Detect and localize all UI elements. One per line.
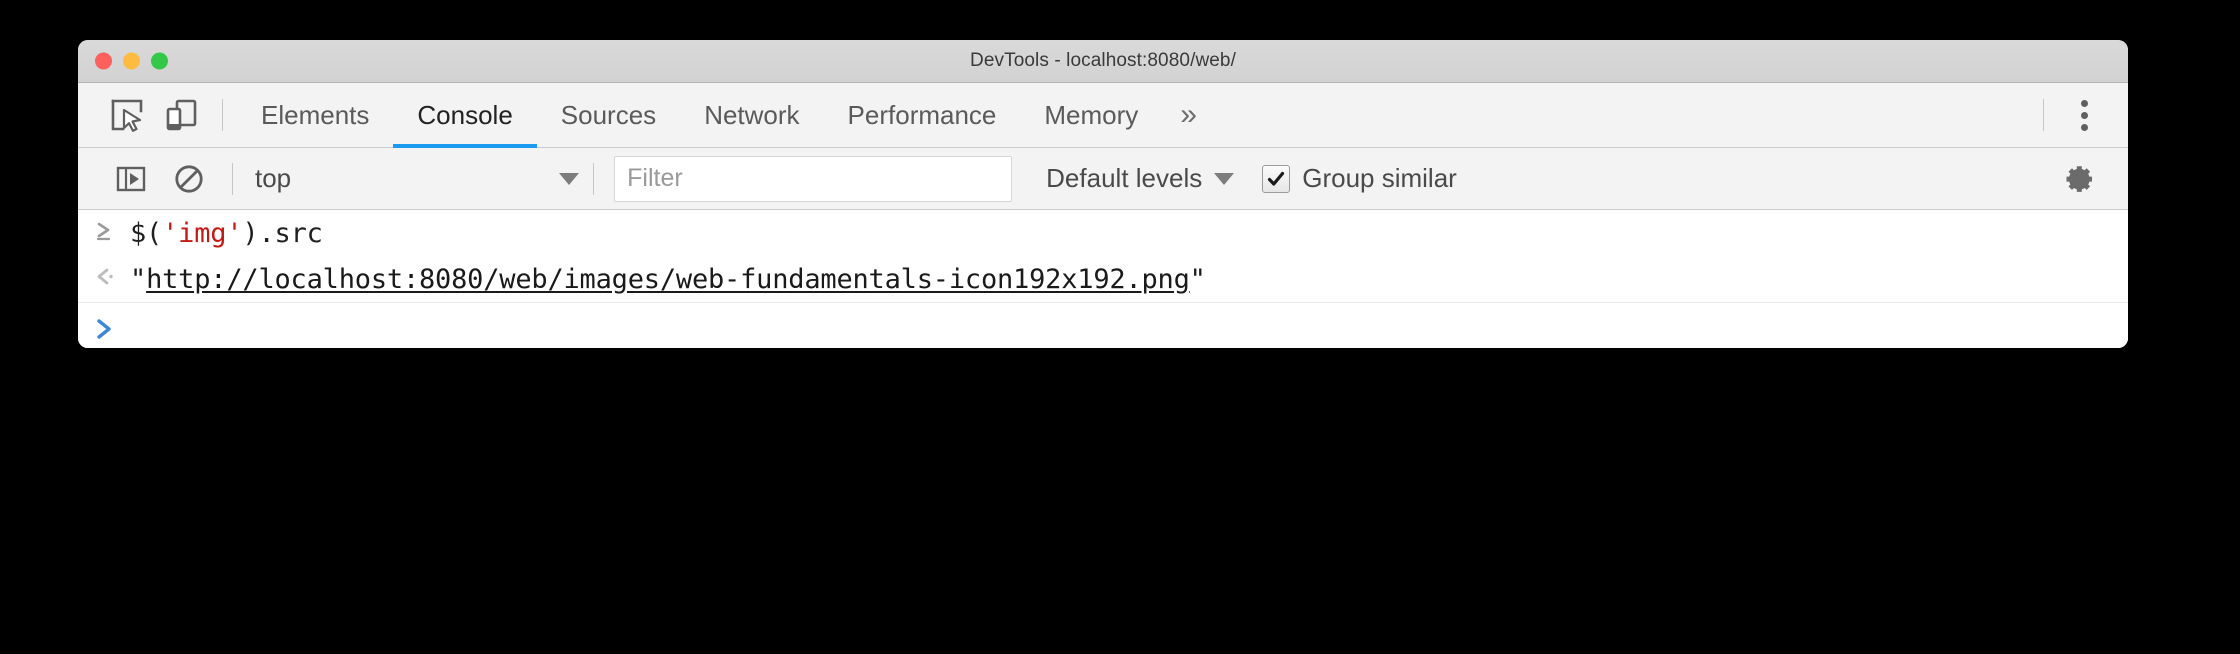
log-levels-label: Default levels — [1046, 163, 1203, 193]
log-levels-dropdown[interactable]: Default levels — [1046, 163, 1235, 194]
devtools-window: DevTools - localhost:8080/web/ Elements — [78, 40, 2128, 348]
clear-console-icon[interactable] — [160, 156, 218, 202]
console-prompt-row[interactable] — [78, 303, 2128, 348]
group-similar-checkbox[interactable] — [1262, 164, 1291, 193]
toolbar-divider — [222, 99, 223, 131]
console-toolbar: top Default levels Group similar — [78, 148, 2128, 210]
result-url-link[interactable]: http://localhost:8080/web/images/web-fun… — [146, 264, 1190, 295]
tab-performance[interactable]: Performance — [824, 83, 1021, 147]
expr-string-literal: 'img' — [162, 218, 243, 249]
group-similar-toggle[interactable]: Group similar — [1262, 163, 1457, 194]
kebab-dot-3 — [2080, 123, 2088, 131]
tab-elements[interactable]: Elements — [237, 83, 393, 147]
console-messages-area[interactable]: $('img').src "http://localhost:8080/web/… — [78, 210, 2128, 348]
console-result-value: "http://localhost:8080/web/images/web-fu… — [130, 263, 1206, 297]
console-input-row[interactable]: $('img').src — [78, 210, 2128, 256]
tab-performance-label: Performance — [847, 99, 997, 130]
tab-console[interactable]: Console — [393, 83, 538, 148]
console-toolbar-divider — [232, 162, 233, 195]
execution-context-chevron-down-icon — [559, 172, 580, 185]
console-sidebar-icon[interactable] — [102, 156, 160, 202]
more-tabs-chevron-icon[interactable]: » — [1162, 83, 1219, 147]
kebab-menu-icon[interactable] — [2058, 91, 2110, 139]
tab-network[interactable]: Network — [680, 83, 823, 147]
inspect-element-icon[interactable] — [100, 91, 154, 139]
window-title: DevTools - localhost:8080/web/ — [970, 50, 1236, 71]
tab-bar-right-controls — [2029, 91, 2128, 139]
tab-console-label: Console — [417, 99, 513, 130]
device-toolbar-icon[interactable] — [154, 91, 208, 139]
console-input-expression: $('img').src — [130, 217, 323, 251]
console-input-marker-icon — [78, 217, 130, 243]
log-levels-chevron-down-icon — [1214, 172, 1235, 185]
result-quote-open: " — [130, 264, 147, 295]
console-result-row[interactable]: "http://localhost:8080/web/images/web-fu… — [78, 256, 2128, 302]
toolbar-divider-right — [2043, 99, 2044, 131]
console-result-marker-icon — [78, 263, 130, 289]
group-similar-label: Group similar — [1302, 163, 1457, 193]
window-title-bar: DevTools - localhost:8080/web/ — [78, 40, 2128, 83]
tab-memory[interactable]: Memory — [1020, 83, 1162, 147]
console-toolbar-divider-2 — [593, 162, 595, 195]
close-window-button[interactable] — [95, 52, 112, 70]
result-quote-close: " — [1189, 264, 1206, 295]
tab-network-label: Network — [704, 99, 800, 130]
tab-elements-label: Elements — [261, 99, 370, 130]
execution-context-label: top — [255, 163, 292, 193]
execution-context-selector[interactable]: top — [247, 163, 580, 194]
minimize-window-button[interactable] — [123, 52, 140, 70]
filter-input[interactable] — [614, 155, 1013, 202]
maximize-window-button[interactable] — [151, 52, 168, 70]
kebab-dot-2 — [2080, 111, 2088, 119]
traffic-lights — [95, 52, 168, 70]
expr-part-2: ).src — [242, 218, 323, 249]
tab-memory-label: Memory — [1044, 99, 1139, 130]
expr-part-1: $( — [130, 218, 163, 249]
panel-tabs: Elements Console Sources Network Perform… — [237, 83, 1219, 148]
tab-sources-label: Sources — [560, 99, 657, 130]
kebab-dot-1 — [2080, 99, 2088, 107]
devtools-tab-bar: Elements Console Sources Network Perform… — [78, 83, 2128, 148]
gear-icon[interactable] — [2050, 156, 2108, 202]
console-toolbar-right — [2050, 156, 2128, 202]
console-prompt-chevron-icon — [78, 316, 130, 342]
checkmark-icon — [1268, 171, 1285, 186]
tab-sources[interactable]: Sources — [537, 83, 680, 147]
